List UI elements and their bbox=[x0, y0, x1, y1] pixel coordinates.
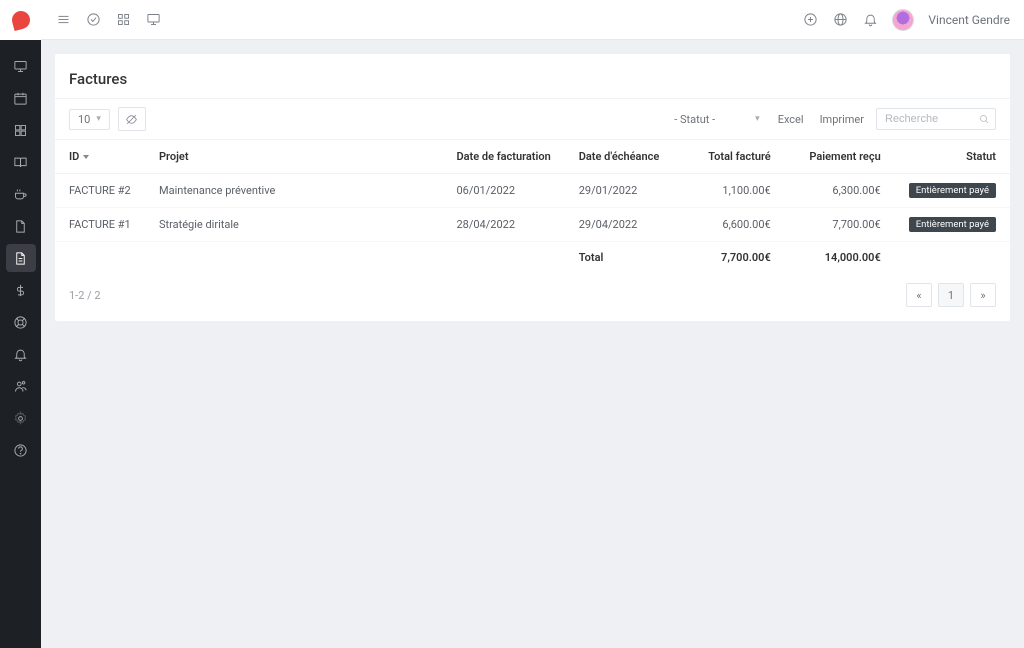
nav-lifebuoy-icon[interactable] bbox=[6, 308, 36, 336]
nav-coffee-icon[interactable] bbox=[6, 180, 36, 208]
nav-book-icon[interactable] bbox=[6, 148, 36, 176]
cell-date-fact: 28/04/2022 bbox=[442, 208, 564, 242]
col-id[interactable]: ID bbox=[55, 140, 145, 174]
table-row[interactable]: FACTURE #1 Stratégie diritale 28/04/2022… bbox=[55, 208, 1010, 242]
avatar[interactable] bbox=[892, 9, 914, 31]
nav-invoice-icon[interactable] bbox=[6, 244, 36, 272]
cell-date-fact: 06/01/2022 bbox=[442, 174, 564, 208]
page-next-button[interactable]: » bbox=[970, 283, 996, 307]
page-prev-button[interactable]: « bbox=[906, 283, 932, 307]
col-total[interactable]: Total facturé bbox=[675, 140, 785, 174]
export-excel-button[interactable]: Excel bbox=[774, 110, 808, 129]
nav-file-icon[interactable] bbox=[6, 212, 36, 240]
print-button[interactable]: Imprimer bbox=[816, 110, 868, 129]
cell-date-eche: 29/01/2022 bbox=[565, 174, 675, 208]
chevron-down-icon: ▾ bbox=[96, 114, 101, 124]
bell-icon[interactable] bbox=[862, 12, 878, 28]
nav-help-icon[interactable] bbox=[6, 436, 36, 464]
table-row[interactable]: FACTURE #2 Maintenance préventive 06/01/… bbox=[55, 174, 1010, 208]
col-statut[interactable]: Statut bbox=[895, 140, 1010, 174]
globe-icon[interactable] bbox=[832, 12, 848, 28]
screen-icon[interactable] bbox=[145, 12, 161, 28]
pagination: « 1 » bbox=[906, 283, 996, 307]
invoices-card: Factures 10 ▾ - Statut - ▾ Excel bbox=[55, 54, 1010, 321]
footer-label: Total bbox=[565, 242, 675, 274]
status-badge: Entièrement payé bbox=[909, 183, 996, 198]
sidebar bbox=[0, 0, 41, 648]
nav-monitor-icon[interactable] bbox=[6, 52, 36, 80]
nav-users-icon[interactable] bbox=[6, 372, 36, 400]
col-projet[interactable]: Projet bbox=[145, 140, 442, 174]
search-icon bbox=[978, 113, 990, 128]
cell-paiement: 6,300.00€ bbox=[785, 174, 895, 208]
cell-projet: Stratégie diritale bbox=[145, 208, 442, 242]
cell-projet: Maintenance préventive bbox=[145, 174, 442, 208]
footer-paiement: 14,000.00€ bbox=[785, 242, 895, 274]
cell-statut: Entièrement payé bbox=[895, 174, 1010, 208]
cell-paiement: 7,700.00€ bbox=[785, 208, 895, 242]
app-logo bbox=[9, 9, 31, 31]
nav-gear-icon[interactable] bbox=[6, 404, 36, 432]
pagination-range: 1-2 / 2 bbox=[69, 289, 101, 302]
col-paiement[interactable]: Paiement reçu bbox=[785, 140, 895, 174]
topbar: Vincent Gendre bbox=[41, 0, 1024, 40]
page-size-select[interactable]: 10 ▾ bbox=[69, 109, 110, 130]
invoices-table: ID Projet Date de facturation Date d'éch… bbox=[55, 140, 1010, 273]
col-date-fact[interactable]: Date de facturation bbox=[442, 140, 564, 174]
toolbar: 10 ▾ - Statut - ▾ Excel Imprimer bbox=[55, 99, 1010, 140]
nav-bell-icon[interactable] bbox=[6, 340, 36, 368]
menu-icon[interactable] bbox=[55, 12, 71, 28]
footer-total: 7,700.00€ bbox=[675, 242, 785, 274]
chevron-down-icon: ▾ bbox=[755, 114, 760, 124]
cell-total: 6,600.00€ bbox=[675, 208, 785, 242]
page-title: Factures bbox=[69, 70, 996, 88]
cell-id: FACTURE #1 bbox=[55, 208, 145, 242]
status-filter-label: - Statut - bbox=[674, 113, 715, 126]
nav-calendar-icon[interactable] bbox=[6, 84, 36, 112]
status-filter-select[interactable]: - Statut - ▾ bbox=[668, 110, 765, 129]
cell-total: 1,100.00€ bbox=[675, 174, 785, 208]
user-name[interactable]: Vincent Gendre bbox=[928, 13, 1010, 27]
cell-id: FACTURE #2 bbox=[55, 174, 145, 208]
nav-dollar-icon[interactable] bbox=[6, 276, 36, 304]
logo-wrap bbox=[0, 0, 41, 40]
visibility-toggle-icon[interactable] bbox=[118, 107, 146, 131]
apps-icon[interactable] bbox=[115, 12, 131, 28]
check-circle-icon[interactable] bbox=[85, 12, 101, 28]
cell-statut: Entièrement payé bbox=[895, 208, 1010, 242]
plus-circle-icon[interactable] bbox=[802, 12, 818, 28]
page-number-button[interactable]: 1 bbox=[938, 283, 964, 307]
col-date-eche[interactable]: Date d'échéance bbox=[565, 140, 675, 174]
cell-date-eche: 29/04/2022 bbox=[565, 208, 675, 242]
page-size-value: 10 bbox=[78, 113, 90, 126]
status-badge: Entièrement payé bbox=[909, 217, 996, 232]
nav-grid-icon[interactable] bbox=[6, 116, 36, 144]
